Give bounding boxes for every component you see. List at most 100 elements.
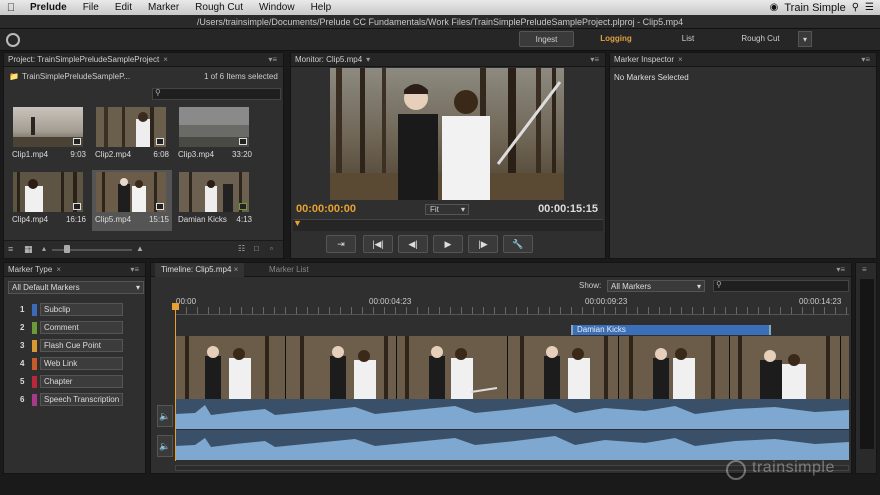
apple-icon[interactable]:  (0, 2, 22, 14)
chevron-down-icon: ▾ (460, 205, 465, 214)
video-frame-thumb (397, 336, 508, 399)
web-link-marker-button[interactable]: Web Link (40, 357, 123, 370)
metadata-icon[interactable]: ☷ (238, 244, 245, 253)
timeline-scrollbar[interactable] (175, 465, 849, 471)
close-icon[interactable]: × (56, 265, 61, 274)
zoom-select[interactable]: Fit ▾ (425, 204, 469, 215)
notification-list-icon[interactable]: ☰ (865, 2, 874, 13)
shortcut-number: 1 (20, 305, 25, 314)
new-folder-icon[interactable]: □ (254, 244, 259, 253)
panel-menu-icon[interactable]: ≡ (862, 265, 867, 274)
workspace-menu-chevron-icon[interactable]: ▾ (798, 31, 812, 47)
menu-prelude[interactable]: Prelude (22, 2, 75, 13)
tab-marker-list[interactable]: Marker List (269, 263, 309, 277)
subclip-badge-icon (239, 202, 247, 210)
clip-item-6[interactable]: Damian Kicks 4:13 (175, 170, 255, 231)
marker-type-row[interactable]: 6 Speech Transcription (4, 393, 147, 407)
color-swatch (32, 322, 37, 334)
show-markers-select[interactable]: All Markers ▾ (607, 280, 705, 292)
playhead-icon[interactable]: ▼ (293, 218, 302, 228)
video-track[interactable] (175, 336, 849, 399)
audio-track-1-speaker-icon[interactable]: 🔈 (157, 405, 173, 427)
menu-file[interactable]: File (75, 2, 107, 13)
marker-filter-select[interactable]: All Default Markers ▾ (8, 281, 144, 294)
video-frame[interactable] (330, 68, 564, 200)
clip-item-3[interactable]: Clip3.mp4 33:20 (175, 105, 255, 166)
list-view-icon[interactable]: ≡ (8, 244, 13, 254)
video-badge-icon (156, 138, 164, 145)
next-frame-button[interactable]: |▶ (468, 235, 498, 253)
zoom-in-icon[interactable]: ▲ (136, 244, 144, 253)
time-ruler[interactable] (175, 307, 849, 315)
marker-type-row[interactable]: 2 Comment (4, 321, 147, 335)
prev-frame-button[interactable]: ◀| (398, 235, 428, 253)
menu-help[interactable]: Help (303, 2, 340, 13)
tab-timeline[interactable]: Timeline: Clip5.mp4 × (155, 263, 245, 277)
icon-view-icon[interactable]: ▦ (24, 244, 33, 255)
clip-name: Clip4.mp4 (12, 214, 49, 224)
clip-item-1[interactable]: Clip1.mp4 9:03 (9, 105, 89, 166)
playhead-handle[interactable] (172, 303, 179, 310)
marker-type-tab[interactable]: Marker Type × ▾≡ (4, 263, 145, 277)
menu-marker[interactable]: Marker (140, 2, 187, 13)
marker-type-row[interactable]: 3 Flash Cue Point (4, 339, 147, 353)
project-search-input[interactable]: ⚲ (152, 88, 281, 100)
trash-icon[interactable]: ▫ (270, 244, 273, 253)
marker-type-row[interactable]: 4 Web Link (4, 357, 147, 371)
menu-rough-cut[interactable]: Rough Cut (187, 2, 251, 13)
marker-filter-value: All Default Markers (12, 283, 80, 292)
project-panel-tab[interactable]: Project: TrainSimplePreludeSampleProject… (4, 53, 283, 67)
spotlight-search-icon[interactable]: ⚲ (852, 2, 859, 13)
settings-button[interactable]: 🔧 (503, 235, 533, 253)
comment-marker-button[interactable]: Comment (40, 321, 123, 334)
creative-cloud-icon[interactable]: ◉ (770, 2, 779, 13)
step-back-button[interactable]: |◀| (363, 235, 393, 253)
subclip-marker-button[interactable]: Subclip (40, 303, 123, 316)
panel-menu-icon[interactable]: ▾≡ (836, 265, 845, 274)
close-icon[interactable]: × (234, 265, 239, 274)
menu-edit[interactable]: Edit (107, 2, 140, 13)
clip-item-5[interactable]: Clip5.mp4 15:15 (92, 169, 172, 231)
speech-transcription-marker-button[interactable]: Speech Transcription (40, 393, 123, 406)
panel-menu-icon[interactable]: ▾≡ (130, 265, 139, 274)
monitor-panel-tab[interactable]: Monitor: Clip5.mp4 ▾ ▾≡ (291, 53, 605, 67)
play-button[interactable]: ▶ (433, 235, 463, 253)
panel-menu-icon[interactable]: ▾≡ (590, 55, 599, 64)
flash-cue-point-marker-button[interactable]: Flash Cue Point (40, 339, 123, 352)
audio-track-1[interactable] (175, 399, 849, 429)
workspace-list-tab[interactable]: List (658, 31, 718, 47)
monitor-scrubber[interactable]: ▼ (293, 218, 603, 231)
menubar-user[interactable]: Train Simple (784, 2, 845, 14)
clip-thumbnail (179, 107, 249, 147)
search-icon: ⚲ (155, 88, 161, 97)
chevron-down-icon[interactable]: ▾ (366, 55, 370, 64)
timeline-playhead[interactable] (175, 303, 176, 461)
marker-type-row[interactable]: 1 Subclip (4, 303, 147, 317)
menu-window[interactable]: Window (251, 2, 303, 13)
close-icon[interactable]: × (163, 55, 168, 64)
marker-type-row[interactable]: 5 Chapter (4, 375, 147, 389)
close-icon[interactable]: × (678, 55, 683, 64)
workspace-bar: Ingest Logging List Rough Cut ▾ (0, 29, 880, 51)
timeline-tabs: Timeline: Clip5.mp4 × Marker List ▾≡ (151, 263, 851, 277)
workspace-logging-tab[interactable]: Logging (586, 31, 646, 47)
clip-item-2[interactable]: Clip2.mp4 6:08 (92, 105, 172, 166)
insert-button[interactable]: ⇥ (326, 235, 356, 253)
current-timecode[interactable]: 00:00:00:00 (296, 203, 356, 215)
clip-duration: 16:16 (65, 214, 86, 224)
panel-menu-icon[interactable]: ▾≡ (268, 55, 277, 64)
clip-item-4[interactable]: Clip4.mp4 16:16 (9, 170, 89, 231)
chapter-marker-button[interactable]: Chapter (40, 375, 123, 388)
audio-track-2[interactable] (175, 430, 849, 460)
audio-track-2-speaker-icon[interactable]: 🔈 (157, 435, 173, 457)
subclip-marker[interactable]: Damian Kicks (571, 325, 771, 335)
zoom-out-icon[interactable]: ▴ (42, 244, 46, 253)
timeline-search-input[interactable]: ⚲ (713, 280, 849, 292)
panel-menu-icon[interactable]: ▾≡ (861, 55, 870, 64)
workspace-ingest-button[interactable]: Ingest (519, 31, 574, 47)
play-icon: ▶ (444, 239, 452, 249)
workspace-rough-cut-tab[interactable]: Rough Cut (728, 31, 793, 47)
slider-handle[interactable] (64, 245, 70, 253)
creative-cloud-logo-icon[interactable] (6, 33, 20, 47)
marker-inspector-tab[interactable]: Marker Inspector × ▾≡ (610, 53, 876, 67)
